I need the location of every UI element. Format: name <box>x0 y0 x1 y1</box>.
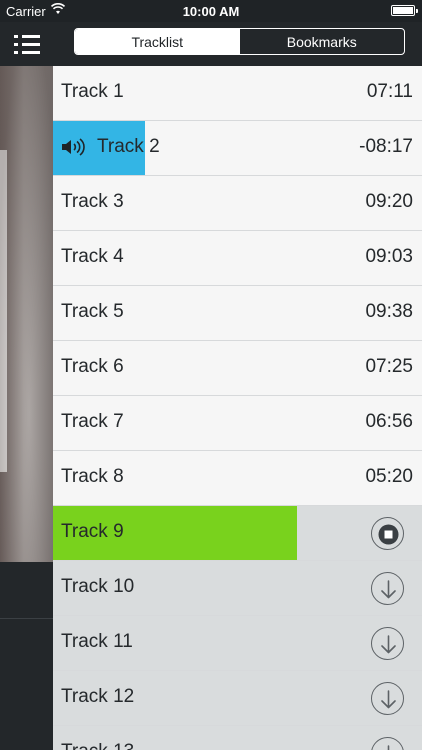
track-name: Track 1 <box>61 81 124 102</box>
track-duration: 06:56 <box>365 411 413 432</box>
track-row[interactable]: Track 3 09:20 <box>53 176 422 231</box>
track-duration: 09:38 <box>365 301 413 322</box>
tab-bookmarks[interactable]: Bookmarks <box>240 29 405 54</box>
sidebar-divider <box>0 618 53 619</box>
segmented-control: Tracklist Bookmarks <box>74 28 405 55</box>
track-row[interactable]: Track 10 <box>53 561 422 616</box>
track-name: Track 11 <box>61 631 133 652</box>
track-row[interactable]: Track 13 <box>53 726 422 750</box>
track-duration: -08:17 <box>359 136 413 157</box>
track-row[interactable]: Track 1 07:11 <box>53 66 422 121</box>
battery-icon <box>391 5 418 16</box>
download-icon[interactable] <box>371 627 404 660</box>
download-icon[interactable] <box>371 682 404 715</box>
track-name: Track 2 <box>97 136 160 157</box>
album-art[interactable] <box>0 66 53 562</box>
menu-icon[interactable] <box>14 34 40 56</box>
download-icon[interactable] <box>371 572 404 605</box>
track-row[interactable]: Track 5 09:38 <box>53 286 422 341</box>
track-row[interactable]: Track 12 <box>53 671 422 726</box>
track-duration: 07:25 <box>365 356 413 377</box>
track-row[interactable]: Track 9 <box>53 506 422 561</box>
header: Tracklist Bookmarks <box>53 22 422 66</box>
track-name: Track 4 <box>61 246 124 267</box>
track-row[interactable]: Track 4 09:03 <box>53 231 422 286</box>
track-row[interactable]: Track 8 05:20 <box>53 451 422 506</box>
track-name: Track 12 <box>61 686 135 707</box>
speaker-icon <box>62 138 85 156</box>
track-row[interactable]: Track 6 07:25 <box>53 341 422 396</box>
track-name: Track 10 <box>61 576 135 597</box>
sidebar <box>0 22 53 750</box>
status-bar: Carrier 10:00 AM <box>0 0 422 22</box>
tab-tracklist[interactable]: Tracklist <box>75 29 240 54</box>
track-name: Track 13 <box>61 741 134 750</box>
track-row[interactable]: Track 7 06:56 <box>53 396 422 451</box>
track-duration: 07:11 <box>366 81 413 102</box>
track-row[interactable]: Track 11 <box>53 616 422 671</box>
track-name: Track 5 <box>61 301 124 322</box>
track-name: Track 9 <box>61 521 124 542</box>
clock: 10:00 AM <box>182 4 240 19</box>
album-art-shade <box>0 66 53 562</box>
stop-icon[interactable] <box>371 517 404 550</box>
track-name: Track 3 <box>61 191 124 212</box>
download-icon[interactable] <box>371 737 404 750</box>
track-duration: 09:03 <box>365 246 413 267</box>
track-row[interactable]: Track 2 -08:17 <box>53 121 422 176</box>
track-list: Track 1 07:11 Track 2 -08:17 Track 3 09:20 Tra… <box>53 66 422 750</box>
track-name: Track 6 <box>61 356 124 377</box>
track-name: Track 8 <box>61 466 124 487</box>
track-duration: 09:20 <box>365 191 413 212</box>
track-name: Track 7 <box>61 411 124 432</box>
track-duration: 05:20 <box>365 466 413 487</box>
tracklist-panel: Tracklist Bookmarks Track 1 07:11 Track 2 -… <box>53 22 422 750</box>
